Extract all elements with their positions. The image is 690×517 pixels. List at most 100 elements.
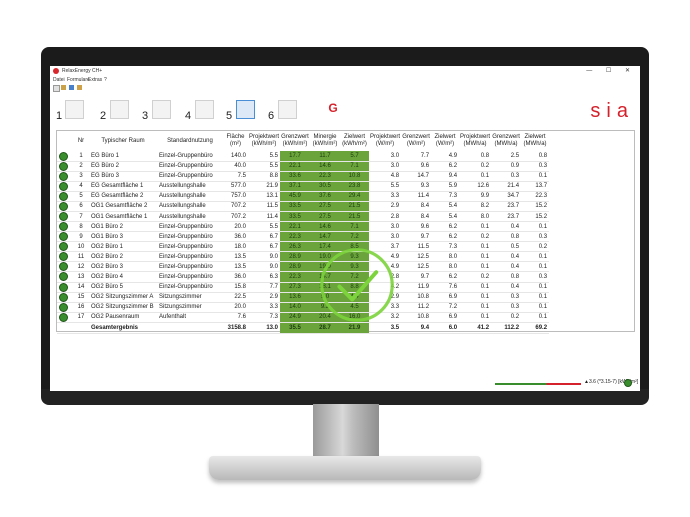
- table-cell: OG2 Büro 1: [89, 241, 157, 253]
- column-header[interactable]: Typischer Raum: [89, 131, 157, 152]
- table-cell: 23.7: [491, 211, 522, 223]
- table-cell: 12.5: [401, 251, 432, 263]
- table-row[interactable]: 15 OG2 Sitzungszimmer A Sitzungszimmer 22.5…: [57, 292, 550, 303]
- table-cell: 707.2: [223, 211, 248, 223]
- table-cell: 8: [73, 221, 89, 233]
- column-header[interactable]: Zielwert (W/m²): [431, 131, 459, 152]
- status-cell: [57, 271, 73, 283]
- table-row[interactable]: 9 OG1 Büro 3 Einzel-Gruppenbüro 36.0 6.7 22.3…: [57, 231, 550, 243]
- table-cell: 8.0: [431, 261, 460, 273]
- column-header[interactable]: Grenzwert (MWh/a): [491, 131, 521, 152]
- form-2-button[interactable]: [110, 100, 129, 119]
- open-folder-icon[interactable]: [61, 85, 66, 90]
- window-controls[interactable]: — ☐ ✕: [586, 67, 636, 74]
- status-ok-icon: [59, 312, 68, 322]
- menu-extras[interactable]: Extras: [88, 77, 102, 83]
- table-cell: 20.0: [223, 302, 248, 313]
- table-row[interactable]: 12 OG2 Büro 3 Einzel-Gruppenbüro 13.5 9.0 28.…: [57, 261, 550, 273]
- table-cell: 14.6: [310, 161, 341, 172]
- table-row[interactable]: 2 EG Büro 2 Einzel-Gruppenbüro 40.0 5.5 22.1 1…: [57, 161, 550, 172]
- form-6-button[interactable]: [278, 100, 297, 119]
- table-cell: 9.7: [401, 231, 432, 243]
- table-cell: Einzel-Gruppenbüro: [157, 241, 223, 253]
- column-header[interactable]: Nr: [73, 131, 89, 152]
- form-3-button[interactable]: [152, 100, 171, 119]
- table-row[interactable]: 14 OG2 Büro 5 Einzel-Gruppenbüro 15.8 7.7 27.…: [57, 282, 550, 293]
- table-row[interactable]: 3 EG Büro 3 Einzel-Gruppenbüro 7.5 8.8 33.6 22…: [57, 171, 550, 182]
- table-cell: 21.4: [491, 181, 522, 192]
- status-ok-icon: [59, 262, 68, 272]
- save-icon[interactable]: [69, 85, 74, 90]
- g-report-button[interactable]: G: [326, 101, 340, 115]
- form-1-button[interactable]: [65, 100, 84, 119]
- table-cell: 5.4: [431, 201, 460, 212]
- table-cell: EG Büro 3: [89, 171, 157, 182]
- table-cell: 6.7: [248, 231, 281, 243]
- table-cell: 28.9: [280, 261, 311, 273]
- column-header[interactable]: Zielwert (kWh/m²): [340, 131, 370, 152]
- column-header[interactable]: Projektwert (MWh/a): [459, 131, 491, 152]
- status-cell: [57, 211, 73, 223]
- status-cell: [57, 161, 73, 172]
- table-cell: 0.4: [491, 261, 522, 273]
- status-cell: [57, 221, 73, 233]
- menu-formulare[interactable]: Formulare: [67, 77, 90, 83]
- menu-datei[interactable]: Datei: [53, 77, 65, 83]
- column-header[interactable]: Grenzwert (kWh/m²): [280, 131, 311, 152]
- table-row[interactable]: 7 OG1 Gesamtfläche 1 Ausstellungshalle 707.…: [57, 211, 550, 223]
- table-cell: 3.0: [369, 231, 402, 243]
- column-header[interactable]: Zielwert (MWh/a): [521, 131, 549, 152]
- total-empty-cell: [57, 321, 73, 334]
- form-4-button[interactable]: [195, 100, 214, 119]
- table-cell: 2.9: [248, 292, 281, 303]
- column-header[interactable]: [57, 131, 73, 152]
- table-cell: 2.5: [491, 151, 522, 162]
- table-row[interactable]: 10 OG2 Büro 1 Einzel-Gruppenbüro 18.0 6.7 26.…: [57, 241, 550, 253]
- table-row[interactable]: 5 EG Gesamtfläche 2 Ausstellungshalle 757.0…: [57, 191, 550, 202]
- table-row[interactable]: 17 OG2 Pausenraum Aufenthalt 7.6 7.3 24.9 20.4…: [57, 312, 550, 323]
- table-cell: 0.1: [521, 261, 550, 273]
- table-cell: 0.1: [521, 221, 550, 233]
- status-cell: [57, 292, 73, 303]
- form-5-button[interactable]: [236, 100, 255, 119]
- table-cell: OG1 Büro 3: [89, 231, 157, 243]
- table-cell: 8.8: [248, 171, 281, 182]
- column-header[interactable]: Grenzwert (W/m²): [401, 131, 431, 152]
- table-row[interactable]: 6 OG1 Gesamtfläche 2 Ausstellungshalle 707.…: [57, 201, 550, 212]
- table-cell: OG2 Sitzungszimmer A: [89, 292, 157, 303]
- table-row[interactable]: 16 OG2 Sitzungszimmer B Sitzungszimmer 20.0…: [57, 302, 550, 313]
- table-cell: Aufenthalt: [157, 312, 223, 323]
- table-cell: 22.5: [223, 292, 248, 303]
- table-cell: 0.8: [491, 271, 522, 283]
- column-header[interactable]: Standardnutzung: [157, 131, 223, 152]
- table-cell: Ausstellungshalle: [157, 211, 223, 223]
- total-cell: 9.4: [401, 321, 432, 334]
- table-cell: 4.9: [431, 151, 460, 162]
- table-cell: 7.7: [401, 151, 432, 162]
- table-cell: 22.3: [280, 271, 311, 283]
- export-icon[interactable]: [77, 85, 82, 90]
- new-file-icon[interactable]: [53, 85, 60, 92]
- status-ok-icon: [624, 379, 632, 387]
- table-row[interactable]: 4 EG Gesamtfläche 1 Ausstellungshalle 577.0…: [57, 181, 550, 192]
- table-cell: 577.0: [223, 181, 248, 192]
- menu-help[interactable]: ?: [104, 77, 107, 83]
- table-cell: EG Gesamtfläche 2: [89, 191, 157, 202]
- total-empty-cell: [73, 321, 89, 334]
- table-row[interactable]: 1 EG Büro 1 Einzel-Gruppenbüro 140.0 5.5 17.7…: [57, 151, 550, 162]
- table-row[interactable]: 13 OG2 Büro 4 Einzel-Gruppenbüro 36.0 6.3 22.…: [57, 271, 550, 283]
- table-cell: 11.4: [248, 211, 281, 223]
- table-cell: 0.1: [521, 292, 550, 303]
- table-cell: 6: [73, 201, 89, 212]
- table-cell: 17.7: [280, 151, 311, 162]
- table-row[interactable]: 11 OG2 Büro 2 Einzel-Gruppenbüro 13.5 9.0 28.…: [57, 251, 550, 263]
- table-cell: 7.2: [340, 231, 370, 243]
- table-cell: 9.9: [459, 191, 492, 202]
- column-header[interactable]: Minergie (kWh/m²): [310, 131, 341, 152]
- column-header[interactable]: Projektwert (W/m²): [369, 131, 401, 152]
- status-cell: [57, 201, 73, 212]
- table-row[interactable]: 8 OG1 Büro 2 Einzel-Gruppenbüro 20.0 5.5 22.1…: [57, 221, 550, 233]
- column-header[interactable]: Fläche (m²): [223, 131, 248, 152]
- column-header[interactable]: Projektwert (kWh/m²): [248, 131, 280, 152]
- table-cell: 29.4: [340, 191, 370, 202]
